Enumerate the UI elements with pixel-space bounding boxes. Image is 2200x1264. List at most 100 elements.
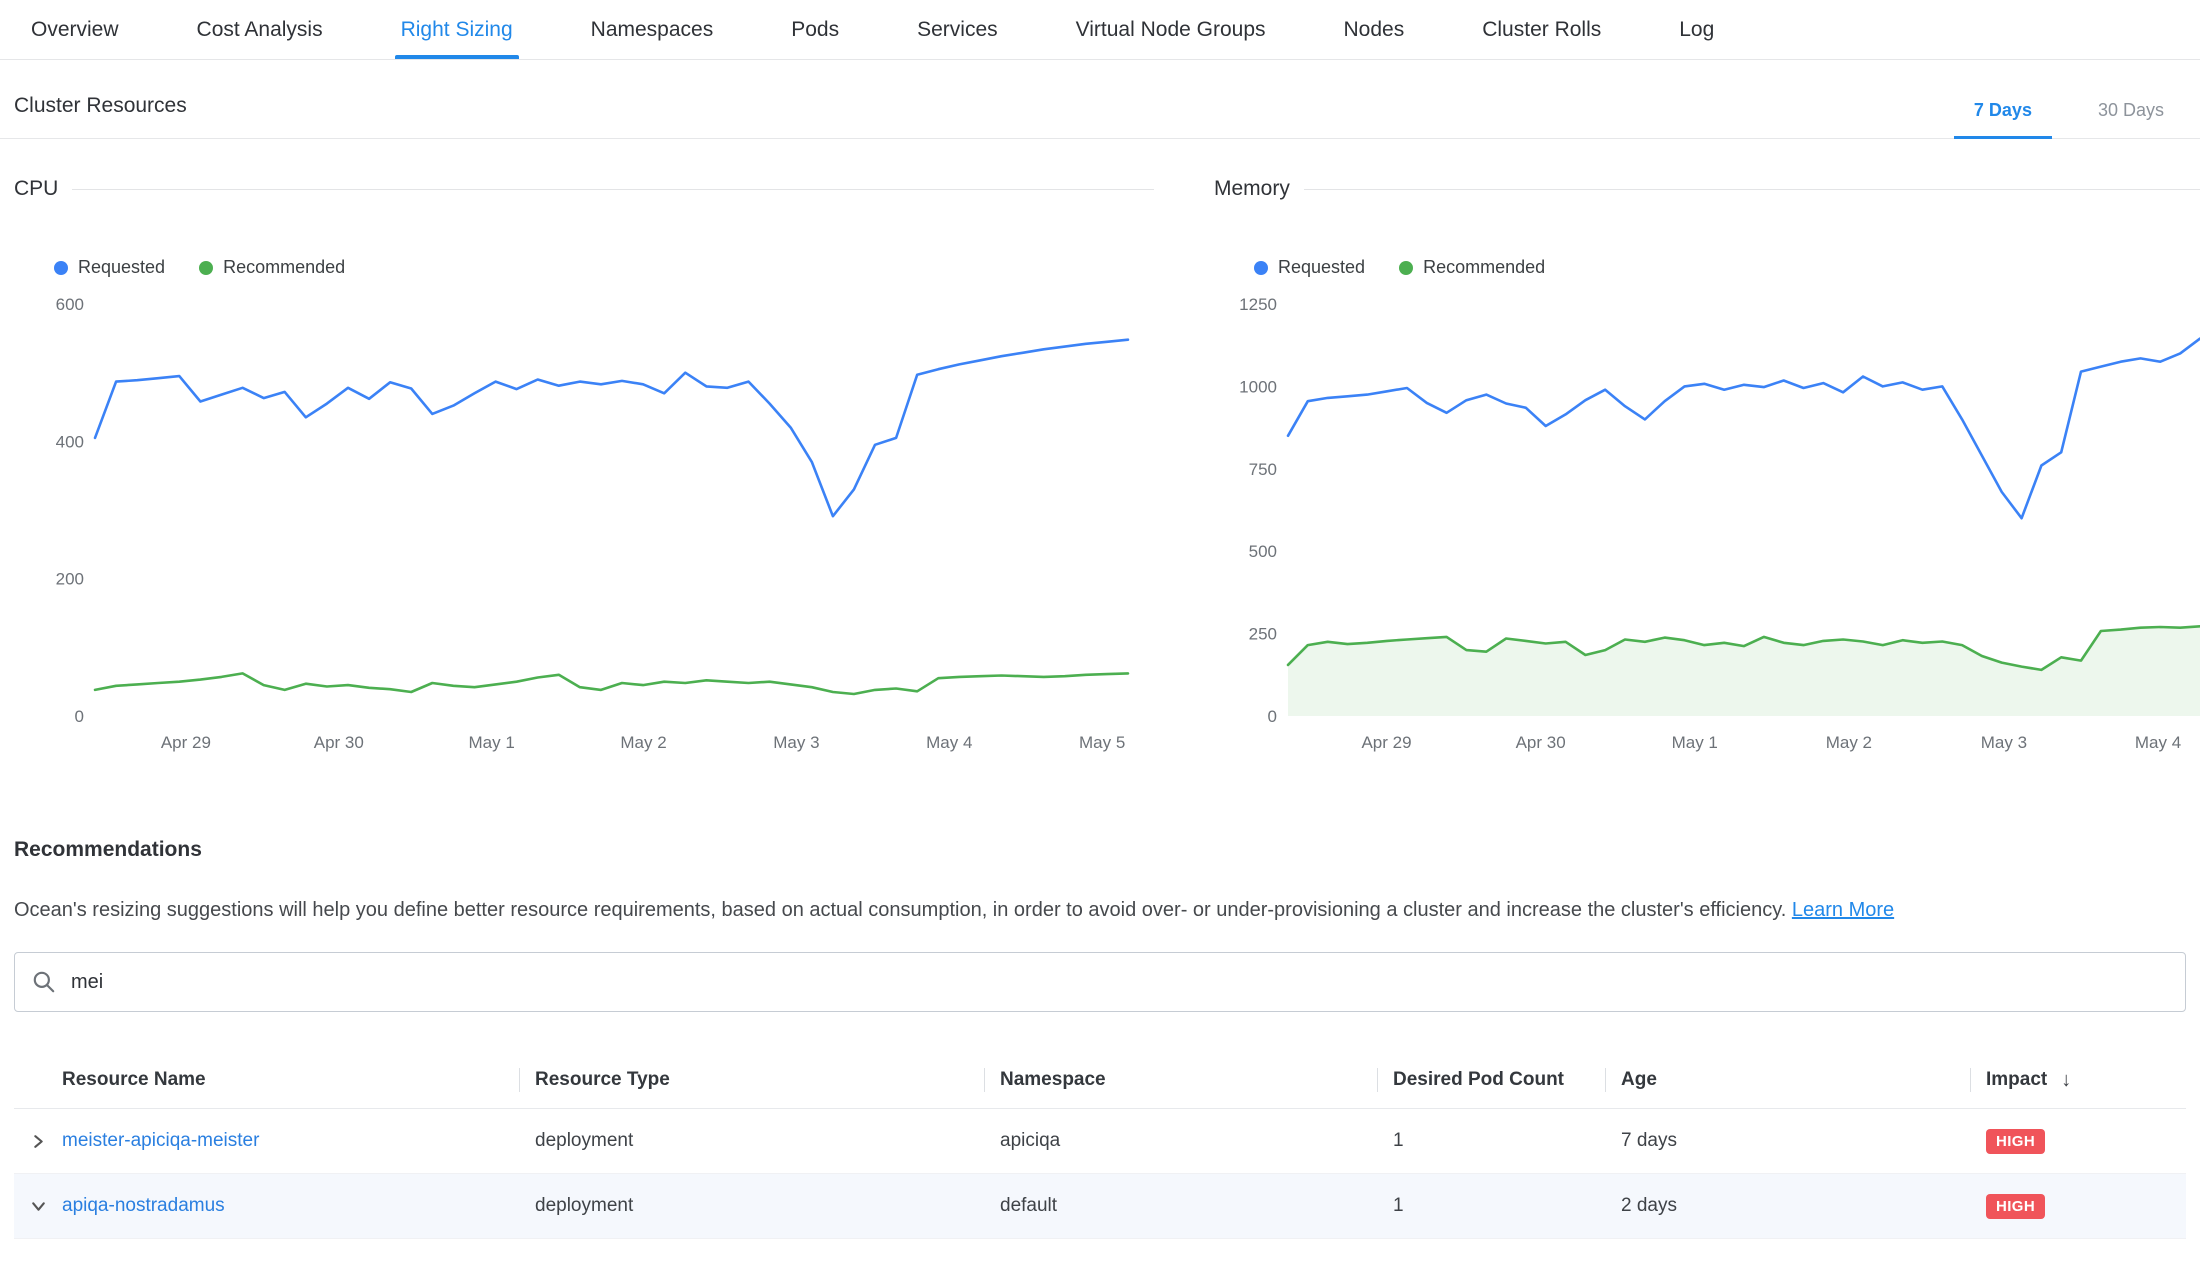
memory-chart-head: Memory: [1214, 175, 2200, 203]
recommended-dot-icon: [1399, 261, 1413, 275]
chevron-down-icon[interactable]: [25, 1193, 52, 1220]
legend-requested[interactable]: Requested: [1254, 257, 1365, 278]
namespace-cell: apiciqa: [984, 1130, 1377, 1152]
column-label: Impact: [1986, 1069, 2047, 1091]
cpu-chart: 0200400600Apr 29Apr 30May 1May 2May 3May…: [14, 290, 1154, 760]
y-tick-label: 200: [56, 570, 84, 589]
x-tick-label: Apr 29: [161, 733, 211, 752]
cpu-legend: Requested Recommended: [54, 257, 1154, 278]
resource-type-cell: deployment: [519, 1130, 984, 1152]
tab-pods[interactable]: Pods: [791, 0, 839, 59]
x-tick-label: May 4: [926, 733, 972, 752]
tab-cluster-rolls[interactable]: Cluster Rolls: [1482, 0, 1601, 59]
tab-right-sizing[interactable]: Right Sizing: [401, 0, 513, 59]
tab-bar: Overview Cost Analysis Right Sizing Namespa…: [0, 0, 2200, 60]
column-header-resource-type: Resource Type: [519, 1069, 984, 1091]
resource-type-cell: deployment: [519, 1195, 984, 1217]
recommended-dot-icon: [199, 261, 213, 275]
x-tick-label: Apr 30: [314, 733, 364, 752]
column-label: Resource Type: [535, 1069, 670, 1091]
recommended-line: [95, 673, 1128, 694]
legend-label: Recommended: [1423, 257, 1545, 278]
cpu-chart-panel: CPU RequestedRecommended 0200400600Apr 2…: [14, 175, 1154, 760]
tab-overview[interactable]: Overview: [31, 0, 119, 59]
y-tick-label: 600: [56, 295, 84, 314]
y-tick-label: 1000: [1239, 377, 1277, 396]
resource-name-link[interactable]: meister-apiciqa-meister: [62, 1130, 259, 1151]
age-cell: 2 days: [1605, 1195, 1970, 1217]
legend-recommended[interactable]: Recommended: [199, 257, 345, 278]
column-header-impact[interactable]: Impact↓: [1970, 1069, 2186, 1092]
cpu-chart-head: CPU: [14, 175, 1154, 203]
x-tick-label: May 3: [1981, 733, 2027, 752]
legend-recommended[interactable]: Recommended: [1399, 257, 1545, 278]
tab-log[interactable]: Log: [1679, 0, 1714, 59]
y-tick-label: 0: [1268, 707, 1277, 726]
table-header: Resource Name Resource Type Namespace Desir…: [14, 1052, 2186, 1109]
requested-dot-icon: [54, 261, 68, 275]
y-tick-label: 1250: [1239, 295, 1277, 314]
age-cell: 7 days: [1605, 1130, 1970, 1152]
tab-virtual-node-groups[interactable]: Virtual Node Groups: [1076, 0, 1266, 59]
y-tick-label: 250: [1249, 625, 1277, 644]
memory-chart: 025050075010001250Apr 29Apr 30May 1May 2…: [1214, 290, 2200, 760]
learn-more-link[interactable]: Learn More: [1792, 899, 1894, 921]
recommendations-section: Recommendations Ocean's resizing suggest…: [0, 760, 2200, 1239]
table-row: meister-apiciqa-meister deploymentapiciqa…: [14, 1109, 2186, 1174]
column-label: Resource Name: [62, 1069, 206, 1091]
tab-namespaces[interactable]: Namespaces: [591, 0, 714, 59]
divider: [72, 189, 1154, 190]
column-header-resource-name: Resource Name: [62, 1069, 519, 1091]
desired-pod-count-cell: 1: [1377, 1195, 1605, 1217]
recommendations-text: Ocean's resizing suggestions will help y…: [14, 899, 1786, 921]
search-icon: [31, 969, 57, 995]
legend-requested[interactable]: Requested: [54, 257, 165, 278]
memory-chart-panel: Memory RequestedRecommended 025050075010…: [1214, 175, 2200, 760]
memory-chart-title: Memory: [1214, 177, 1290, 201]
x-tick-label: May 4: [2135, 733, 2181, 752]
cluster-resources-bar: Cluster Resources 7 Days 30 Days: [0, 60, 2200, 139]
recommendations-description: Ocean's resizing suggestions will help y…: [14, 896, 2186, 924]
x-tick-label: May 3: [773, 733, 819, 752]
x-tick-label: Apr 30: [1516, 733, 1566, 752]
legend-label: Recommended: [223, 257, 345, 278]
recommendations-title: Recommendations: [14, 838, 2186, 862]
column-header-namespace: Namespace: [984, 1069, 1377, 1091]
right-sizing-page: Overview Cost Analysis Right Sizing Namespa…: [0, 0, 2200, 1264]
recommended-area: [1288, 626, 2200, 716]
charts-row: CPU RequestedRecommended 0200400600Apr 2…: [0, 139, 2200, 760]
memory-legend: Requested Recommended: [1254, 257, 2200, 278]
chevron-right-icon[interactable]: [25, 1128, 52, 1155]
x-tick-label: Apr 29: [1361, 733, 1411, 752]
x-tick-label: May 1: [1672, 733, 1718, 752]
cpu-chart-title: CPU: [14, 177, 58, 201]
resource-name-link[interactable]: apiqa-nostradamus: [62, 1195, 225, 1216]
tab-services[interactable]: Services: [917, 0, 998, 59]
x-tick-label: May 1: [469, 733, 515, 752]
range-tab-7-days[interactable]: 7 Days: [1954, 100, 2052, 138]
tab-cost-analysis[interactable]: Cost Analysis: [197, 0, 323, 59]
table-row: apiqa-nostradamus deploymentdefault12 day…: [14, 1174, 2186, 1239]
x-tick-label: May 2: [620, 733, 666, 752]
namespace-cell: default: [984, 1195, 1377, 1217]
tab-nodes[interactable]: Nodes: [1344, 0, 1405, 59]
requested-dot-icon: [1254, 261, 1268, 275]
range-toggle: 7 Days 30 Days: [1954, 100, 2184, 138]
legend-label: Requested: [78, 257, 165, 278]
column-label: Age: [1621, 1069, 1657, 1091]
impact-badge: HIGH: [1986, 1129, 2045, 1154]
y-tick-label: 750: [1249, 460, 1277, 479]
search-box: [14, 952, 2186, 1012]
range-tab-30-days[interactable]: 30 Days: [2078, 100, 2184, 138]
legend-label: Requested: [1278, 257, 1365, 278]
column-label: Desired Pod Count: [1393, 1069, 1564, 1091]
cluster-resources-title: Cluster Resources: [14, 94, 187, 138]
column-header-age: Age: [1605, 1069, 1970, 1091]
table-body: meister-apiciqa-meisterdeploymentapiciqa…: [14, 1109, 2186, 1239]
divider: [1304, 189, 2200, 190]
requested-line: [95, 340, 1128, 517]
column-header-desired-pod-count: Desired Pod Count: [1377, 1069, 1605, 1091]
desired-pod-count-cell: 1: [1377, 1130, 1605, 1152]
search-input[interactable]: [69, 970, 2169, 995]
x-tick-label: May 2: [1826, 733, 1872, 752]
